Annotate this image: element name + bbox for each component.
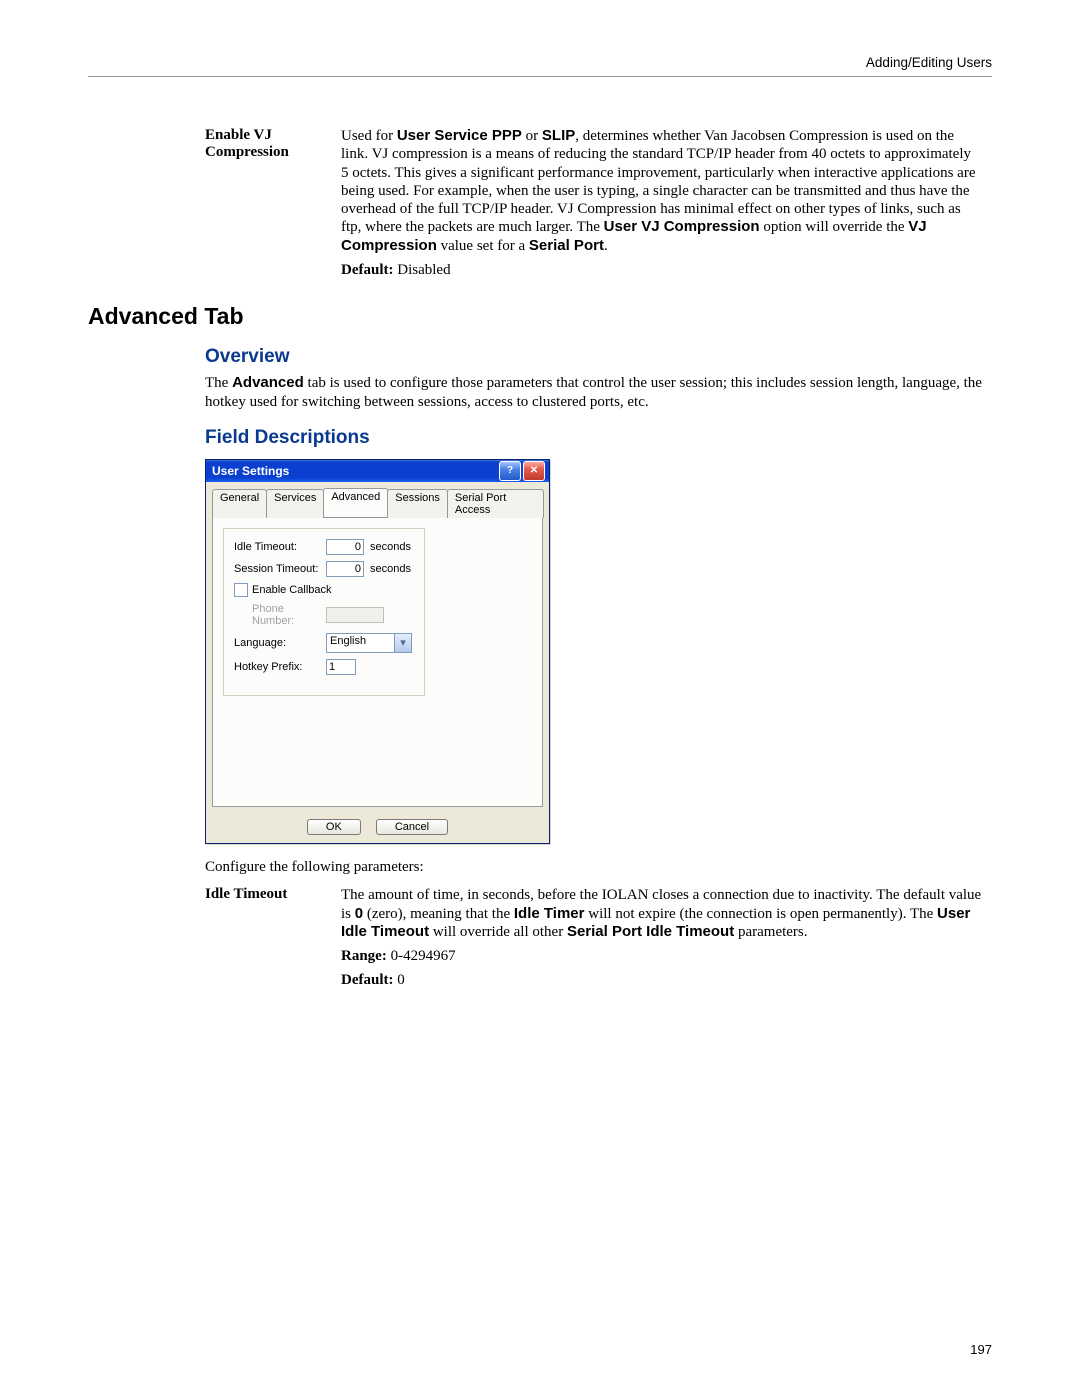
definition-term: Idle Timeout	[88, 886, 341, 989]
enable-callback-checkbox[interactable]	[234, 583, 248, 597]
enable-callback-label: Enable Callback	[252, 584, 332, 596]
cancel-button[interactable]: Cancel	[376, 819, 448, 835]
text: Used for	[341, 128, 397, 144]
range-label: Range:	[341, 948, 387, 964]
idle-timeout-label: Idle Timeout:	[234, 541, 326, 553]
text-bold: Serial Port	[529, 237, 604, 254]
user-settings-dialog: User Settings ? ✕ General Services Advan…	[205, 459, 550, 844]
close-button[interactable]: ✕	[523, 461, 545, 481]
tab-body-advanced: Idle Timeout: seconds Session Timeout: s…	[212, 517, 543, 807]
text-bold: User VJ Compression	[604, 218, 760, 235]
header-rule	[88, 76, 992, 77]
dialog-title: User Settings	[212, 464, 497, 478]
heading-advanced-tab: Advanced Tab	[88, 303, 992, 330]
page-number: 197	[970, 1342, 992, 1357]
tab-general[interactable]: General	[212, 489, 267, 518]
range-value: 0-4294967	[387, 948, 456, 964]
idle-timeout-unit: seconds	[370, 541, 411, 553]
text: will not expire (the connection is open …	[584, 906, 937, 922]
ok-button[interactable]: OK	[307, 819, 361, 835]
text-bold: Advanced	[232, 374, 304, 391]
definition-idle-timeout: Idle Timeout The amount of time, in seco…	[88, 886, 992, 989]
text: .	[604, 238, 608, 254]
text: option will override the	[760, 219, 909, 235]
hotkey-prefix-input[interactable]	[326, 659, 356, 675]
phone-number-label: Phone Number:	[252, 603, 326, 627]
language-label: Language:	[234, 637, 326, 649]
text: (zero), meaning that the	[363, 906, 514, 922]
tab-sessions[interactable]: Sessions	[387, 489, 448, 518]
dialog-button-row: OK Cancel	[206, 813, 549, 843]
page-header-section: Adding/Editing Users	[88, 55, 992, 70]
dialog-titlebar: User Settings ? ✕	[206, 460, 549, 482]
tab-strip: General Services Advanced Sessions Seria…	[206, 482, 549, 517]
hotkey-prefix-label: Hotkey Prefix:	[234, 661, 326, 673]
default-label: Default:	[341, 262, 394, 278]
text: value set for a	[437, 238, 529, 254]
overview-paragraph: The Advanced tab is used to configure th…	[205, 374, 982, 411]
text: parameters.	[734, 924, 807, 940]
text: will override all other	[429, 924, 567, 940]
text: or	[522, 128, 542, 144]
configure-intro: Configure the following parameters:	[205, 858, 982, 876]
help-button[interactable]: ?	[499, 461, 521, 481]
text: tab is used to configure those parameter…	[205, 375, 982, 409]
heading-overview: Overview	[205, 346, 992, 368]
session-timeout-unit: seconds	[370, 563, 411, 575]
default-value: 0	[394, 972, 405, 988]
tab-serial-port-access[interactable]: Serial Port Access	[447, 489, 544, 518]
text: The	[205, 375, 232, 391]
session-timeout-label: Session Timeout:	[234, 563, 326, 575]
default-label: Default:	[341, 972, 394, 988]
language-select[interactable]: English ▾	[326, 633, 412, 653]
text-bold: 0	[355, 905, 363, 922]
text-bold: Serial Port Idle Timeout	[567, 923, 734, 940]
default-value: Disabled	[394, 262, 451, 278]
text-bold: SLIP	[542, 127, 575, 144]
idle-timeout-input[interactable]	[326, 539, 364, 555]
text-bold: Idle Timer	[514, 905, 585, 922]
phone-number-input	[326, 607, 384, 623]
chevron-down-icon: ▾	[394, 634, 411, 652]
definition-term: Enable VJ Compression	[88, 127, 341, 279]
text-bold: User Service PPP	[397, 127, 522, 144]
definition-vj-compression: Enable VJ Compression Used for User Serv…	[88, 127, 992, 279]
heading-field-descriptions: Field Descriptions	[205, 427, 992, 449]
tab-services[interactable]: Services	[266, 489, 324, 518]
definition-body: Used for User Service PPP or SLIP, deter…	[341, 127, 992, 279]
session-timeout-input[interactable]	[326, 561, 364, 577]
advanced-fieldset: Idle Timeout: seconds Session Timeout: s…	[223, 528, 425, 696]
language-value: English	[327, 634, 394, 652]
tab-advanced[interactable]: Advanced	[323, 488, 388, 517]
definition-body: The amount of time, in seconds, before t…	[341, 886, 992, 989]
